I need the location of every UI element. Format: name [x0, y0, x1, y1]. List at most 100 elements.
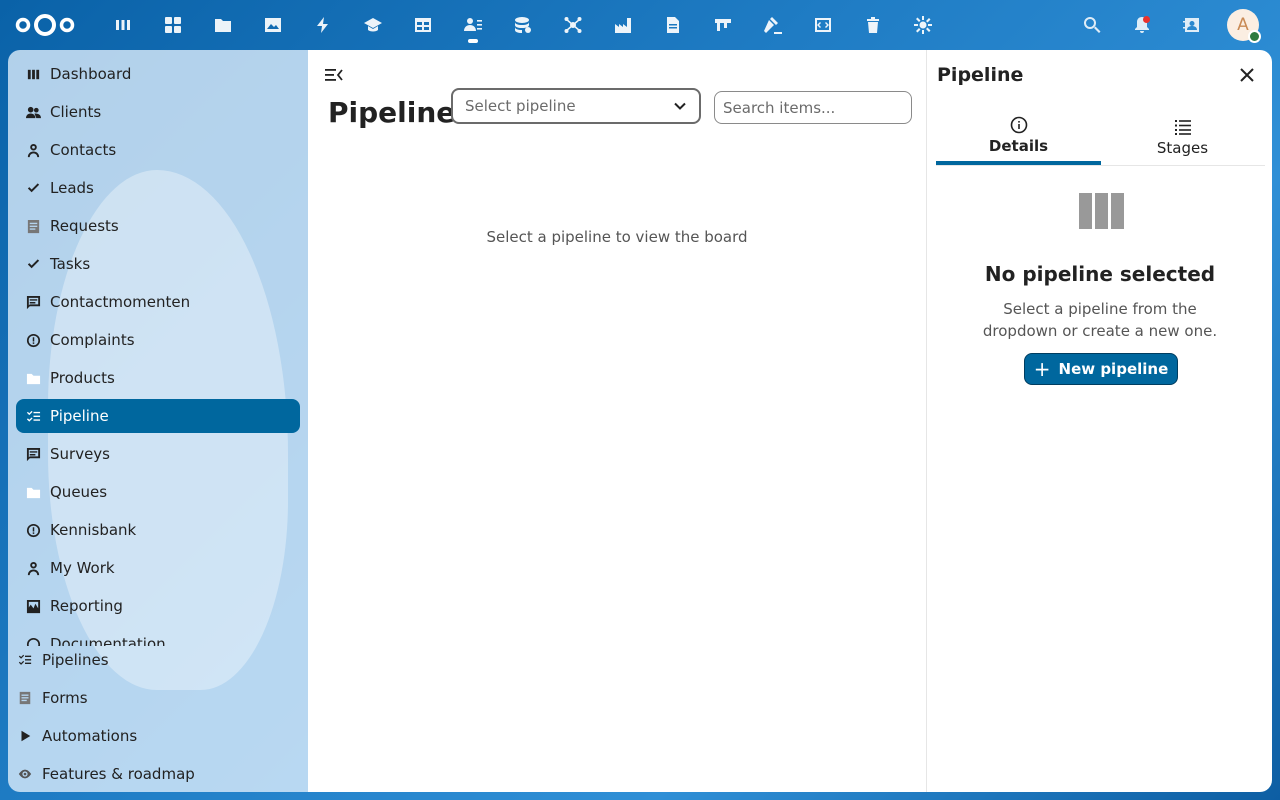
sidebar-item-pipelines[interactable]: Pipelines: [8, 641, 308, 679]
sidebar-item-clients[interactable]: Clients: [16, 95, 300, 129]
sidebar-item-kennisbank[interactable]: Kennisbank: [16, 513, 300, 547]
app-navigation: Dashboard Clients Contacts Leads Request…: [8, 50, 308, 792]
sidebar-item-label: Tasks: [50, 255, 91, 273]
tab-divider: [936, 165, 1265, 166]
trash-icon[interactable]: [858, 10, 888, 40]
photos-icon[interactable]: [258, 10, 288, 40]
search-icon[interactable]: [1077, 10, 1107, 40]
network-icon[interactable]: [558, 10, 588, 40]
document-icon: [16, 219, 50, 234]
sidebar-item-label: Automations: [42, 727, 138, 745]
sidebar-item-automations[interactable]: Automations: [8, 717, 308, 755]
info-icon: [16, 523, 50, 538]
industry-icon[interactable]: [608, 10, 638, 40]
sidebar-item-label: Contactmomenten: [50, 293, 191, 311]
sidebar-item-contactmomenten[interactable]: Contactmomenten: [16, 285, 300, 319]
plus-icon: +: [1033, 357, 1051, 381]
sidebar-item-label: Leads: [50, 179, 94, 197]
activity-icon[interactable]: [308, 10, 338, 40]
checklist-icon: [16, 409, 50, 424]
settings-app-icon[interactable]: [908, 10, 938, 40]
pipeline-select[interactable]: Select pipeline: [451, 88, 701, 124]
sidebar-item-label: Complaints: [50, 331, 135, 349]
pipeline-sidebar-panel: Pipeline Details Stages No pipeline sele…: [926, 50, 1272, 792]
checklist-icon: [8, 653, 42, 667]
sidebar-item-tasks[interactable]: Tasks: [16, 247, 300, 281]
tab-label: Details: [988, 137, 1049, 155]
new-pipeline-button[interactable]: + New pipeline: [1024, 353, 1178, 385]
notification-badge: [1143, 16, 1150, 23]
chart-icon: [16, 599, 50, 614]
clients-icon: [16, 105, 50, 120]
sidebar-item-products[interactable]: Products: [16, 361, 300, 395]
close-panel-button[interactable]: [1236, 64, 1258, 86]
sidebar-item-label: Pipelines: [42, 651, 109, 669]
sidebar-item-leads[interactable]: Leads: [16, 171, 300, 205]
tables-icon[interactable]: [408, 10, 438, 40]
sidebar-item-queues[interactable]: Queues: [16, 475, 300, 509]
sidebar-item-label: Surveys: [50, 445, 110, 463]
sidebar-item-surveys[interactable]: Surveys: [16, 437, 300, 471]
board-icon[interactable]: [708, 10, 738, 40]
sidebar-item-my-work[interactable]: My Work: [16, 551, 300, 585]
sidebar-item-label: Queues: [50, 483, 108, 501]
empty-state-title: No pipeline selected: [984, 262, 1216, 286]
apps-grid-icon[interactable]: [158, 10, 188, 40]
dashboard-icon: [16, 67, 50, 82]
code-icon[interactable]: [808, 10, 838, 40]
active-app-indicator: [468, 39, 478, 43]
online-status-icon: [1248, 30, 1261, 43]
main-content: Pipeline Select pipeline Select a pipeli…: [308, 50, 926, 792]
sidebar-item-requests[interactable]: Requests: [16, 209, 300, 243]
tab-label: Stages: [1156, 139, 1209, 157]
dashboard-app-icon[interactable]: [108, 10, 138, 40]
play-icon: [8, 729, 42, 743]
document-icon[interactable]: [658, 10, 688, 40]
sidebar-item-contacts[interactable]: Contacts: [16, 133, 300, 167]
chevron-down-icon: [674, 102, 686, 110]
eye-icon: [8, 767, 42, 781]
notifications-bell-icon[interactable]: [1127, 10, 1157, 40]
close-icon: [1240, 68, 1254, 82]
top-header: A: [0, 0, 1280, 50]
board-empty-message: Select a pipeline to view the board: [486, 228, 748, 246]
user-avatar[interactable]: A: [1227, 9, 1261, 43]
sidebar-item-label: Products: [50, 369, 115, 387]
sidebar-item-label: Pipeline: [50, 407, 109, 425]
tab-stages[interactable]: Stages: [1100, 110, 1265, 165]
sidebar-item-forms[interactable]: Forms: [8, 679, 308, 717]
avatar-initial: A: [1237, 15, 1249, 35]
sidebar-item-label: Requests: [50, 217, 119, 235]
kanban-board-icon: [1079, 193, 1124, 229]
folder-icon: [16, 371, 50, 386]
sidebar-item-dashboard[interactable]: Dashboard: [16, 57, 300, 91]
gavel-icon[interactable]: [758, 10, 788, 40]
navigation-toggle-icon[interactable]: [324, 66, 344, 84]
files-icon[interactable]: [208, 10, 238, 40]
search-items-input[interactable]: [714, 91, 912, 124]
nav-list: Dashboard Clients Contacts Leads Request…: [8, 50, 308, 646]
database-icon[interactable]: [508, 10, 538, 40]
contacts-icon[interactable]: [458, 10, 488, 43]
sidebar-item-complaints[interactable]: Complaints: [16, 323, 300, 357]
person-icon: [16, 143, 50, 158]
sidebar-item-label: Features & roadmap: [42, 765, 195, 783]
pipeline-select-placeholder: Select pipeline: [465, 97, 576, 115]
list-icon: [1174, 120, 1191, 135]
sidebar-item-features-roadmap[interactable]: Features & roadmap: [8, 755, 308, 792]
check-icon: [16, 181, 50, 196]
contacts-menu-icon[interactable]: [1177, 10, 1207, 40]
tab-details[interactable]: Details: [936, 110, 1101, 165]
sidebar-item-pipeline[interactable]: Pipeline: [16, 399, 300, 433]
sidebar-item-label: Forms: [42, 689, 88, 707]
learning-icon[interactable]: [358, 10, 388, 40]
sidebar-item-label: Clients: [50, 103, 102, 121]
sidebar-item-label: Contacts: [50, 141, 117, 159]
nextcloud-logo-icon[interactable]: [14, 12, 76, 38]
sidebar-item-reporting[interactable]: Reporting: [16, 589, 300, 623]
folder-icon: [16, 485, 50, 500]
sidebar-item-label: Dashboard: [50, 65, 132, 83]
sidebar-item-label: My Work: [50, 559, 115, 577]
message-icon: [16, 295, 50, 310]
message-icon: [16, 447, 50, 462]
